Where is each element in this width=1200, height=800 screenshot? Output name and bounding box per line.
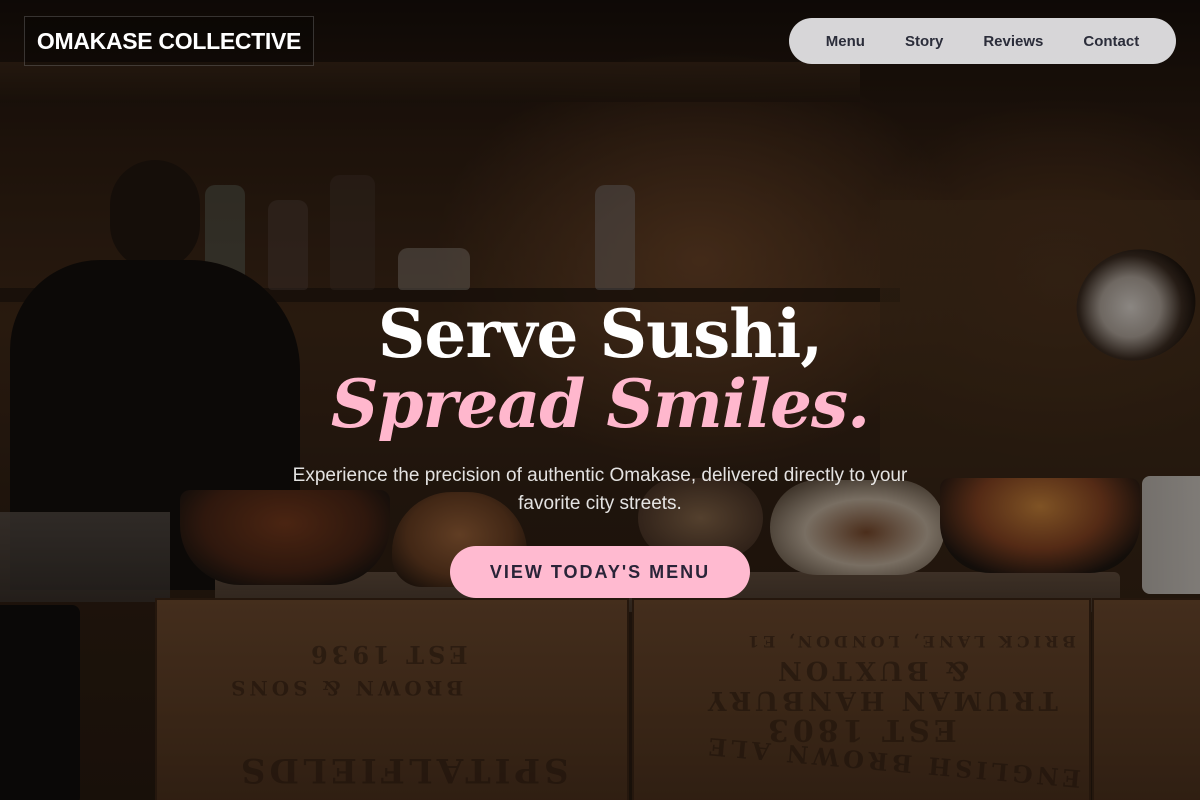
view-menu-button[interactable]: VIEW TODAY'S MENU	[450, 546, 750, 598]
hero-subtext: Experience the precision of authentic Om…	[292, 465, 908, 514]
nav-link-menu[interactable]: Menu	[826, 33, 865, 50]
hero-headline: Serve Sushi,	[377, 295, 824, 373]
nav-link-story[interactable]: Story	[905, 33, 943, 50]
nav-link-reviews[interactable]: Reviews	[983, 33, 1043, 50]
nav-link-contact[interactable]: Contact	[1083, 33, 1139, 50]
hero-section: EST 1936 BROWN & SONS SPITALFIELDS BRICK…	[0, 0, 1200, 800]
site-logo[interactable]: OMAKASE COLLECTIVE	[24, 16, 314, 66]
logo-text: OMAKASE COLLECTIVE	[36, 27, 302, 54]
main-navigation: Menu Story Reviews Contact	[789, 18, 1176, 64]
hero-headline-accent: Spread Smiles.	[330, 365, 870, 443]
